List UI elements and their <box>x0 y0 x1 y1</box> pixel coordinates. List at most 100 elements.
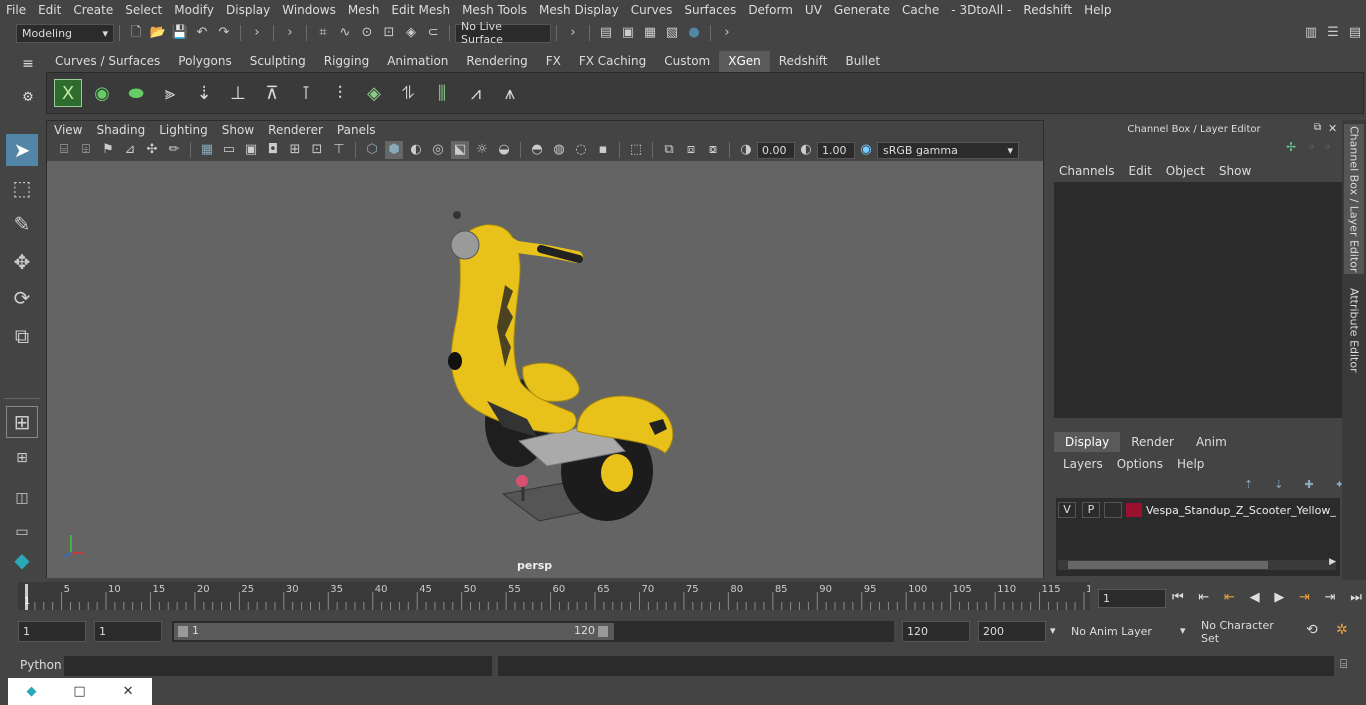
shelf-tab-bullet[interactable]: Bullet <box>836 51 889 72</box>
xgen-delete-icon[interactable]: ⩚ <box>496 79 524 107</box>
channel-box-area[interactable] <box>1054 182 1342 418</box>
viewport-menu-renderer[interactable]: Renderer <box>261 123 330 137</box>
menu-display[interactable]: Display <box>220 3 276 17</box>
step-back-key-icon[interactable]: ⇤ <box>1198 590 1209 605</box>
magnet-icon[interactable]: ⊂ <box>424 24 442 42</box>
xgen-density-icon[interactable]: ◈ <box>360 79 388 107</box>
xray-joints-icon[interactable]: ⧈ <box>682 141 700 159</box>
menu-redshift[interactable]: Redshift <box>1017 3 1078 17</box>
color-space-selector[interactable]: sRGB gamma ▾ <box>877 141 1019 159</box>
wireframe-icon[interactable]: ⬡ <box>363 141 381 159</box>
snap-surface-icon[interactable]: ◈ <box>402 24 420 42</box>
menu-deform[interactable]: Deform <box>742 3 799 17</box>
move-layer-up-icon[interactable]: ⇡ <box>1244 478 1253 492</box>
safe-title-icon[interactable]: ⊤ <box>330 141 348 159</box>
lasso-tool-icon[interactable]: ⬚ <box>6 172 38 204</box>
resolution-gate-icon[interactable]: ▣ <box>242 141 260 159</box>
menu-3dtoall[interactable]: - 3DtoAll - <box>945 3 1017 17</box>
layer-visibility-toggle[interactable]: V <box>1058 502 1076 518</box>
new-scene-icon[interactable]: 🗋 <box>127 24 145 42</box>
shelf-tab-rendering[interactable]: Rendering <box>457 51 536 72</box>
layer-scrollbar[interactable]: ▶ <box>1058 557 1336 570</box>
menu-select[interactable]: Select <box>119 3 168 17</box>
current-frame-field[interactable]: 1 <box>1098 589 1166 608</box>
ambient-occlusion-icon[interactable]: ◓ <box>528 141 546 159</box>
image-plane-icon[interactable]: ⊿ <box>121 141 139 159</box>
isolate-select-icon[interactable]: ⬚ <box>627 141 645 159</box>
command-language-label[interactable]: Python <box>20 658 62 672</box>
undo-icon[interactable]: ↶ <box>193 24 211 42</box>
xgen-clear-icon[interactable]: ⬬ <box>122 79 150 107</box>
side-tab-attribute-editor[interactable]: Attribute Editor <box>1344 280 1364 380</box>
two-pane-layout-icon[interactable]: ◫ <box>6 482 38 514</box>
xgen-editor-icon[interactable]: X <box>54 79 82 107</box>
last-tool-icon[interactable]: ⊞ <box>6 406 38 438</box>
render-frame-icon[interactable]: ▤ <box>597 24 615 42</box>
redo-icon[interactable]: ↷ <box>215 24 233 42</box>
anti-aliasing-icon[interactable]: ◌ <box>572 141 590 159</box>
camera-attributes-icon[interactable]: ⌹ <box>77 141 95 159</box>
close-icon[interactable]: ✕ <box>123 684 134 699</box>
menu-uv[interactable]: UV <box>799 3 828 17</box>
menu-curves[interactable]: Curves <box>625 3 679 17</box>
move-tool-icon[interactable]: ✥ <box>6 246 38 278</box>
playback-end-field[interactable]: 120 <box>902 621 970 642</box>
scale-tool-icon[interactable]: ⧉ <box>6 320 38 352</box>
animation-end-field[interactable]: 200 <box>978 621 1046 642</box>
use-lights-icon[interactable]: ☼ <box>473 141 491 159</box>
chevron-down-icon[interactable]: ▾ <box>1050 624 1056 637</box>
live-surface-field[interactable]: No Live Surface <box>455 20 551 46</box>
go-to-start-icon[interactable]: ⏮ <box>1172 590 1184 605</box>
menu-windows[interactable]: Windows <box>276 3 342 17</box>
menu-mesh[interactable]: Mesh <box>342 3 386 17</box>
animation-start-field[interactable]: 1 <box>18 621 86 642</box>
xgen-select-guide-icon[interactable]: ⊼ <box>258 79 286 107</box>
smooth-shade-icon[interactable]: ⬢ <box>385 141 403 159</box>
viewport-menu-panels[interactable]: Panels <box>330 123 383 137</box>
shelf-tab-curves-surfaces[interactable]: Curves / Surfaces <box>46 51 169 72</box>
layer-menu-options[interactable]: Options <box>1110 457 1170 471</box>
menu-mesh-display[interactable]: Mesh Display <box>533 3 625 17</box>
expand-icon[interactable]: › <box>718 24 736 42</box>
textured-icon[interactable]: ⬕ <box>451 141 469 159</box>
shelf-tab-rigging[interactable]: Rigging <box>315 51 378 72</box>
shelf-tab-xgen[interactable]: XGen <box>719 51 770 72</box>
layer-tab-render[interactable]: Render <box>1120 432 1185 452</box>
wireframe-on-shaded-icon[interactable]: ◎ <box>429 141 447 159</box>
menu-edit[interactable]: Edit <box>32 3 67 17</box>
exposure-field[interactable]: 0.00 <box>757 141 795 159</box>
expand-icon[interactable]: › <box>564 24 582 42</box>
shelf-tab-redshift[interactable]: Redshift <box>770 51 837 72</box>
menu-mesh-tools[interactable]: Mesh Tools <box>456 3 533 17</box>
xgen-comb-icon[interactable]: ⥮ <box>394 79 422 107</box>
motion-blur-icon[interactable]: ◍ <box>550 141 568 159</box>
channel-box-menu-object[interactable]: Object <box>1159 164 1212 178</box>
range-slider[interactable]: 1 120 <box>172 621 894 642</box>
hypershade-icon[interactable]: ● <box>685 24 703 42</box>
menu-cache[interactable]: Cache <box>896 3 945 17</box>
film-gate-icon[interactable]: ▭ <box>220 141 238 159</box>
go-to-end-icon[interactable]: ⏭ <box>1350 590 1362 605</box>
restore-icon[interactable]: □ <box>73 684 85 699</box>
bookmark-icon[interactable]: ⚑ <box>99 141 117 159</box>
range-slider-handle[interactable]: 1 120 <box>174 623 614 640</box>
menu-create[interactable]: Create <box>67 3 119 17</box>
select-tool-icon[interactable]: ➤ <box>6 134 38 166</box>
menu-generate[interactable]: Generate <box>828 3 896 17</box>
xgen-preview-icon[interactable]: ◉ <box>88 79 116 107</box>
layer-color-swatch[interactable] <box>1126 503 1142 517</box>
single-pane-layout-icon[interactable]: ⊞ <box>6 442 38 474</box>
render-settings-icon[interactable]: ▧ <box>663 24 681 42</box>
xray-active-icon[interactable]: ⧇ <box>704 141 722 159</box>
xgen-lock-guide-icon[interactable]: ⊺ <box>292 79 320 107</box>
xgen-groom-icon[interactable]: ⫼ <box>428 79 456 107</box>
float-icon[interactable]: ⧉ <box>1314 122 1321 133</box>
layer-scrollbar-thumb[interactable] <box>1068 561 1268 569</box>
step-back-frame-icon[interactable]: ⇤ <box>1224 590 1235 605</box>
gate-mask-icon[interactable]: ◘ <box>264 141 282 159</box>
rotate-tool-icon[interactable]: ⟳ <box>6 282 38 314</box>
layer-tab-anim[interactable]: Anim <box>1185 432 1238 452</box>
viewport-3d-view[interactable]: persp <box>47 161 1043 578</box>
play-backward-icon[interactable]: ◀ <box>1250 590 1260 605</box>
xgen-cut-icon[interactable]: ⩘ <box>462 79 490 107</box>
